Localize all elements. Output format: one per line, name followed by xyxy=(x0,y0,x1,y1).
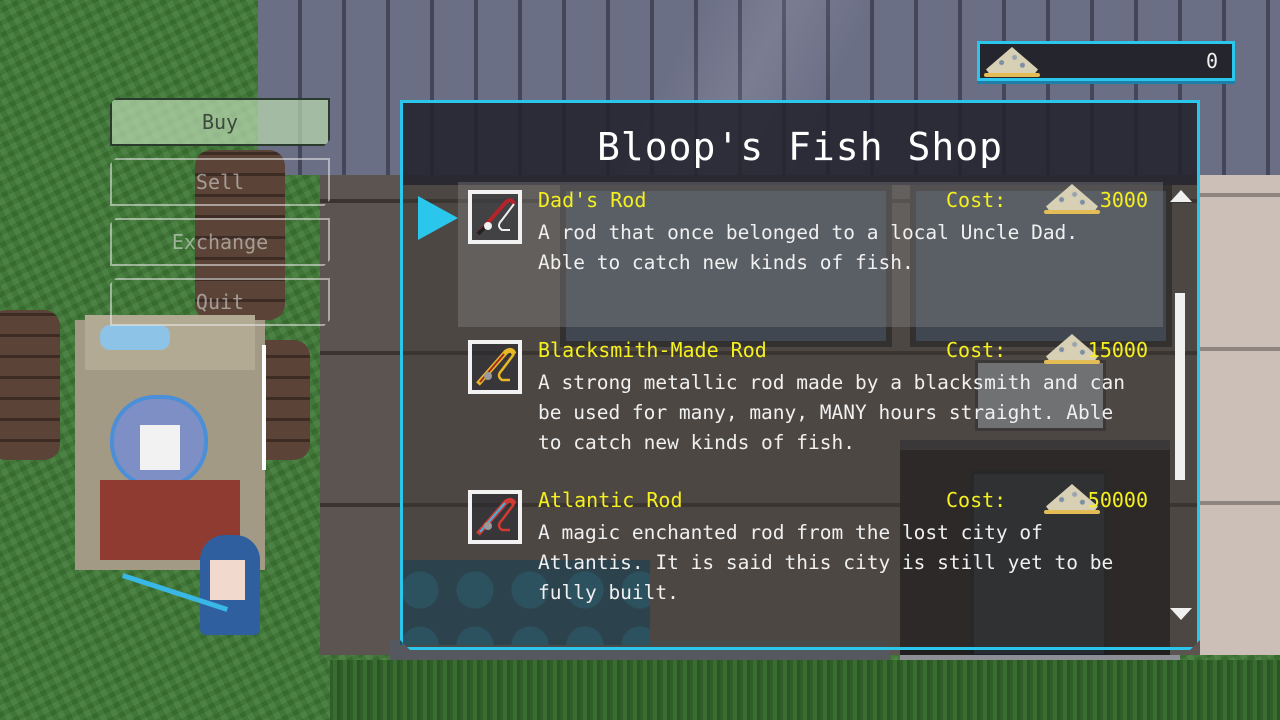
cost-label: Cost: xyxy=(946,338,1007,362)
shop-title: Bloop's Fish Shop xyxy=(597,125,1003,169)
scroll-up-arrow-icon[interactable] xyxy=(1170,190,1192,202)
sand-pile-icon xyxy=(984,47,1040,77)
shop-menu: Buy Sell Exchange Quit xyxy=(110,98,332,338)
cost-label: Cost: xyxy=(946,488,1007,512)
quit-button[interactable]: Quit xyxy=(110,278,330,326)
shop-item-atlantic-rod[interactable]: Atlantic Rod Cost: 50000 A magic enchant… xyxy=(458,482,1163,627)
selection-arrow-icon xyxy=(418,196,458,240)
shop-item-blacksmith-rod[interactable]: Blacksmith-Made Rod Cost: 15000 A strong… xyxy=(458,332,1163,477)
buy-label: Buy xyxy=(201,110,239,134)
blacksmith-rod-icon xyxy=(468,340,522,394)
grass-strip xyxy=(330,660,1280,720)
item-name: Blacksmith-Made Rod xyxy=(538,338,767,362)
item-cost: 50000 xyxy=(1087,488,1148,512)
currency-display: 0 xyxy=(977,41,1235,81)
shop-item-dads-rod[interactable]: Dad's Rod Cost: 3000 A rod that once bel… xyxy=(458,182,1163,327)
quit-label: Quit xyxy=(195,290,245,314)
shark-face xyxy=(140,425,180,470)
item-name: Atlantic Rod xyxy=(538,488,683,512)
currency-value: 0 xyxy=(1205,49,1218,73)
item-cost: 3000 xyxy=(1099,188,1148,212)
shop-header: Bloop's Fish Shop xyxy=(403,103,1197,185)
item-description: A magic enchanted rod from the lost city… xyxy=(538,521,1114,604)
scroll-track[interactable] xyxy=(1175,215,1187,605)
exchange-button[interactable]: Exchange xyxy=(110,218,330,266)
shop-scrollbar[interactable] xyxy=(1170,190,1194,620)
item-description: A rod that once belonged to a local Uncl… xyxy=(538,221,1079,274)
item-name: Dad's Rod xyxy=(538,188,647,212)
shop-wall-right xyxy=(1200,175,1280,655)
barrel xyxy=(0,310,60,460)
fishing-pole xyxy=(262,345,266,470)
buy-button[interactable]: Buy xyxy=(110,98,330,146)
item-cost: 15000 xyxy=(1087,338,1148,362)
exchange-label: Exchange xyxy=(171,230,269,254)
player-face xyxy=(210,560,245,600)
scroll-down-arrow-icon[interactable] xyxy=(1170,608,1192,620)
sell-button[interactable]: Sell xyxy=(110,158,330,206)
item-description: A strong metallic rod made by a blacksmi… xyxy=(538,371,1125,454)
dads-rod-icon xyxy=(468,190,522,244)
atlantic-rod-icon xyxy=(468,490,522,544)
scroll-thumb[interactable] xyxy=(1175,293,1185,481)
sand-pile-icon xyxy=(1044,184,1100,214)
sell-label: Sell xyxy=(195,170,245,194)
cost-label: Cost: xyxy=(946,188,1007,212)
